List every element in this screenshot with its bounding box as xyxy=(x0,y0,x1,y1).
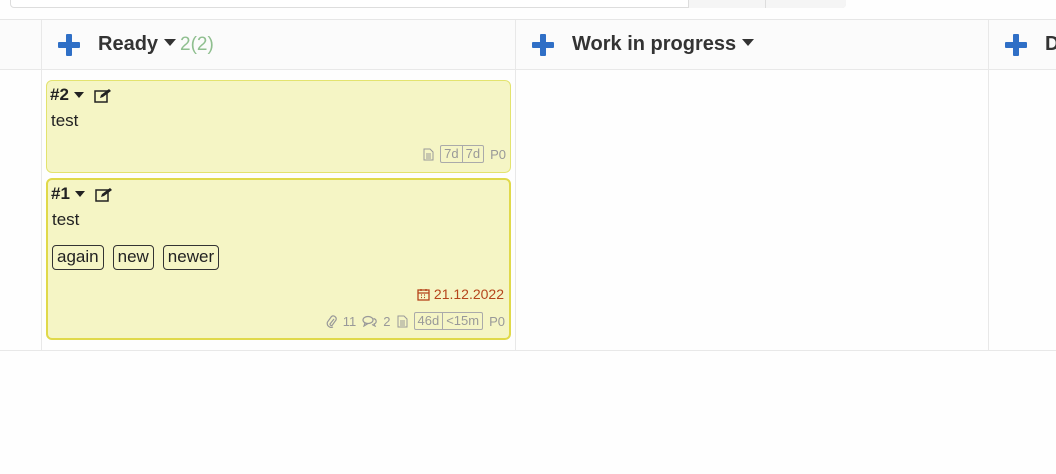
tag[interactable]: new xyxy=(112,245,154,270)
task-age: 7d xyxy=(444,146,459,161)
comment-count[interactable]: 2 xyxy=(383,314,390,329)
task-priority: P0 xyxy=(490,146,506,162)
column-title[interactable]: Work in progress xyxy=(572,33,736,56)
task-card[interactable]: #2 test 7d 7d P0 xyxy=(46,80,511,173)
task-priority: P0 xyxy=(489,313,505,329)
task-id[interactable]: #2 xyxy=(50,85,112,105)
calendar-icon xyxy=(417,288,430,301)
swimlane-header-column xyxy=(0,20,41,351)
toolbar-button-1[interactable] xyxy=(688,0,765,8)
task-id-label: #2 xyxy=(50,85,69,104)
add-task-icon[interactable] xyxy=(1005,33,1027,56)
task-age: 46d xyxy=(417,313,440,328)
chevron-down-icon[interactable] xyxy=(74,191,85,197)
tag[interactable]: again xyxy=(52,245,104,270)
column-d: D xyxy=(988,20,1056,351)
task-tags: again new newer xyxy=(52,245,220,270)
column-title[interactable]: D xyxy=(1045,33,1056,56)
toolbar-button-2[interactable] xyxy=(765,0,846,8)
edit-icon[interactable] xyxy=(95,187,113,202)
column-header: D xyxy=(989,20,1056,70)
add-task-icon[interactable] xyxy=(58,33,80,56)
tag[interactable]: newer xyxy=(162,245,220,270)
column-header: Ready 2(2) xyxy=(42,20,515,70)
task-card[interactable]: #1 test again new newer 21.12.2022 11 2 … xyxy=(46,178,511,340)
attachment-count[interactable]: 11 xyxy=(343,314,357,329)
task-id-label: #1 xyxy=(51,184,70,203)
comments-icon[interactable] xyxy=(362,315,378,327)
column-title[interactable]: Ready xyxy=(98,33,158,56)
chevron-down-icon[interactable] xyxy=(742,39,755,46)
task-meta: 11 2 46d <15m P0 xyxy=(326,312,505,330)
task-count: 2(2) xyxy=(180,33,214,55)
chevron-down-icon[interactable] xyxy=(73,92,84,98)
edit-icon[interactable] xyxy=(94,88,112,103)
task-due-date: 21.12.2022 xyxy=(417,286,504,302)
due-date-text: 21.12.2022 xyxy=(433,286,504,302)
document-icon[interactable] xyxy=(423,148,434,161)
task-age-badge: 7d 7d xyxy=(440,145,485,163)
column-header: Work in progress xyxy=(516,20,989,70)
task-title[interactable]: test xyxy=(51,111,78,131)
task-time: 7d xyxy=(461,146,483,162)
task-meta: 7d 7d P0 xyxy=(423,145,506,163)
column-work-in-progress: Work in progress xyxy=(515,20,989,351)
swimlane-header xyxy=(0,20,41,70)
column-ready: Ready 2(2) #2 test 7d 7d P0 #1 test agai… xyxy=(41,20,515,351)
task-age-badge: 46d <15m xyxy=(413,312,484,330)
top-toolbar xyxy=(0,0,1056,20)
task-title[interactable]: test xyxy=(52,210,79,230)
task-time: <15m xyxy=(442,313,482,329)
task-id[interactable]: #1 xyxy=(51,184,113,204)
kanban-board: Ready 2(2) #2 test 7d 7d P0 #1 test agai… xyxy=(0,20,1056,351)
add-task-icon[interactable] xyxy=(532,33,554,56)
chevron-down-icon[interactable] xyxy=(164,39,177,46)
paperclip-icon[interactable] xyxy=(326,314,337,328)
document-icon[interactable] xyxy=(397,315,408,328)
